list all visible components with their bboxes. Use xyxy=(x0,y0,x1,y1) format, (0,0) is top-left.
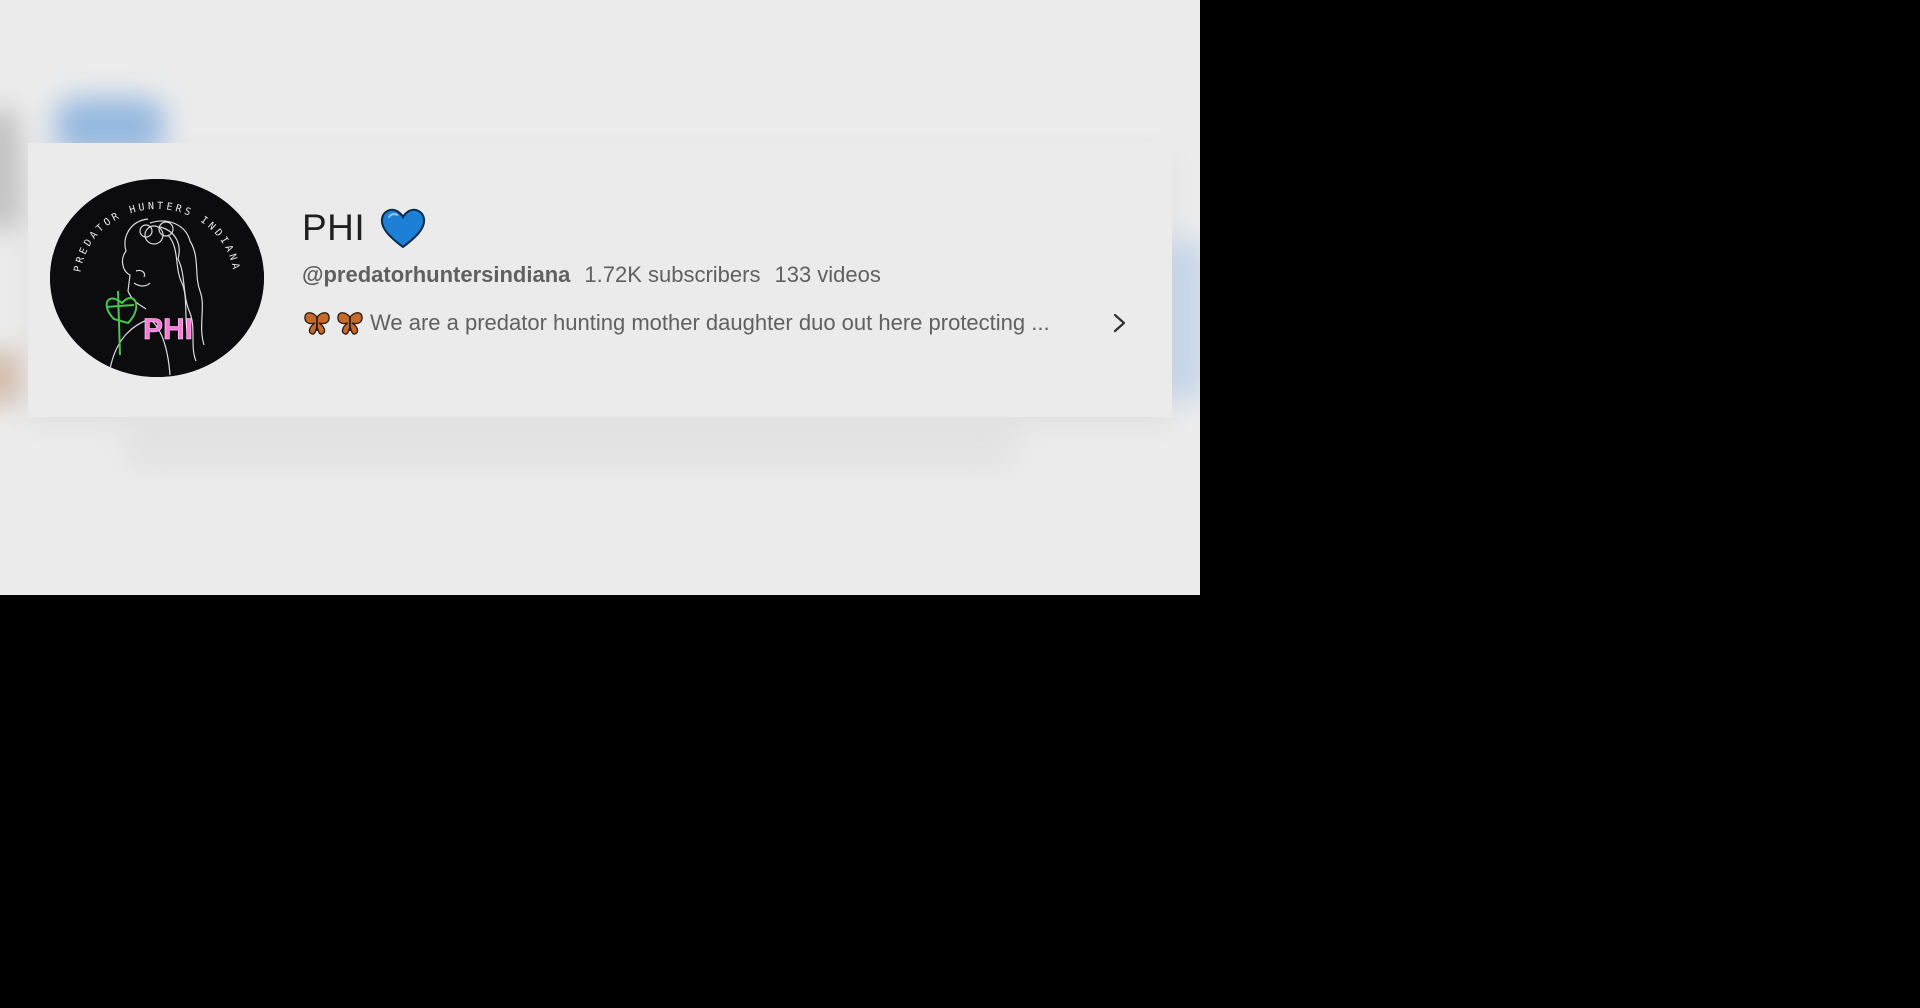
screen-background: PREDATOR HUNTERS INDIANA PHI PHI @predat… xyxy=(0,0,1920,1008)
svg-text:PHI: PHI xyxy=(143,313,193,346)
butterfly-icon xyxy=(302,309,332,337)
avatar-logo-image: PREDATOR HUNTERS INDIANA PHI xyxy=(50,179,264,377)
channel-handle: @predatorhuntersindiana xyxy=(302,262,571,287)
channel-header-card: PREDATOR HUNTERS INDIANA PHI PHI @predat… xyxy=(28,143,1172,417)
blurred-background-shape xyxy=(120,430,1020,470)
butterfly-icon xyxy=(335,309,365,337)
title-row: PHI xyxy=(302,203,1162,253)
subscriber-count: 1.72K subscribers xyxy=(584,262,761,287)
channel-page: PREDATOR HUNTERS INDIANA PHI PHI @predat… xyxy=(0,0,1200,595)
channel-info: PHI @predatorhuntersindiana 1.72K subscr… xyxy=(302,203,1162,341)
blurred-background-shape xyxy=(0,350,16,405)
channel-meta: @predatorhuntersindiana 1.72K subscriber… xyxy=(302,259,1162,291)
chevron-right-icon[interactable] xyxy=(1108,310,1130,336)
blurred-background-shape xyxy=(0,110,16,230)
channel-description: We are a predator hunting mother daughte… xyxy=(370,310,1050,335)
channel-name: PHI xyxy=(302,207,366,248)
channel-avatar[interactable]: PREDATOR HUNTERS INDIANA PHI xyxy=(50,179,264,377)
video-count: 133 videos xyxy=(774,262,881,287)
blue-heart-icon xyxy=(379,207,427,249)
channel-description-link[interactable]: We are a predator hunting mother daughte… xyxy=(302,305,1162,341)
